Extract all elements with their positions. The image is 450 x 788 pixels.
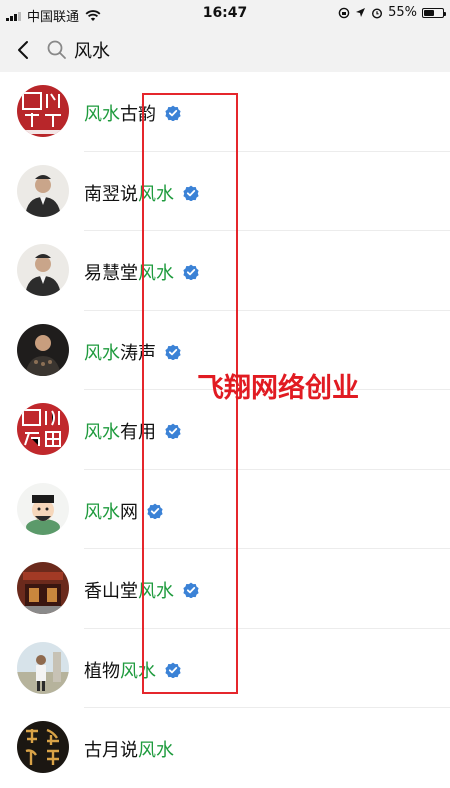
keyword-highlight: 风水 bbox=[84, 501, 120, 523]
location-arrow-icon bbox=[356, 8, 366, 17]
keyword-highlight: 风水 bbox=[138, 740, 174, 761]
search-header: 风水 bbox=[0, 28, 450, 72]
account-avatar[interactable] bbox=[17, 244, 69, 296]
status-bar: 中国联通 16:47 55% bbox=[0, 0, 450, 28]
battery-icon bbox=[422, 7, 446, 18]
search-icon bbox=[47, 40, 66, 59]
alarm-icon bbox=[372, 7, 383, 19]
account-name: 古月说 风水 bbox=[84, 736, 174, 762]
account-avatar[interactable] bbox=[17, 562, 69, 614]
keyword-highlight: 风水 bbox=[84, 422, 120, 443]
name-text: 植物 bbox=[84, 660, 120, 682]
name-text: 南翌说 bbox=[84, 183, 138, 205]
name-text: 易慧堂 bbox=[84, 263, 138, 284]
watermark-text: 飞翔网络创业 bbox=[197, 373, 359, 404]
battery-percent: 55% bbox=[388, 5, 417, 20]
back-arrow-icon[interactable] bbox=[12, 38, 36, 62]
account-avatar[interactable] bbox=[17, 403, 69, 455]
name-text: 网 bbox=[120, 501, 138, 523]
account-avatar[interactable] bbox=[17, 85, 69, 137]
account-avatar[interactable] bbox=[17, 164, 69, 217]
account-avatar[interactable] bbox=[17, 641, 69, 694]
name-text: 古月说 bbox=[84, 740, 138, 761]
account-avatar[interactable] bbox=[17, 323, 69, 376]
result-row[interactable]: 古月说 风水 bbox=[0, 708, 450, 788]
account-avatar[interactable] bbox=[17, 721, 69, 773]
name-text: 香山堂 bbox=[84, 581, 138, 602]
keyword-highlight: 风水 bbox=[84, 104, 120, 125]
account-avatar[interactable] bbox=[17, 482, 69, 535]
location-lock-icon bbox=[338, 7, 350, 18]
keyword-highlight: 风水 bbox=[84, 342, 120, 364]
search-input[interactable]: 风水 bbox=[74, 37, 110, 63]
